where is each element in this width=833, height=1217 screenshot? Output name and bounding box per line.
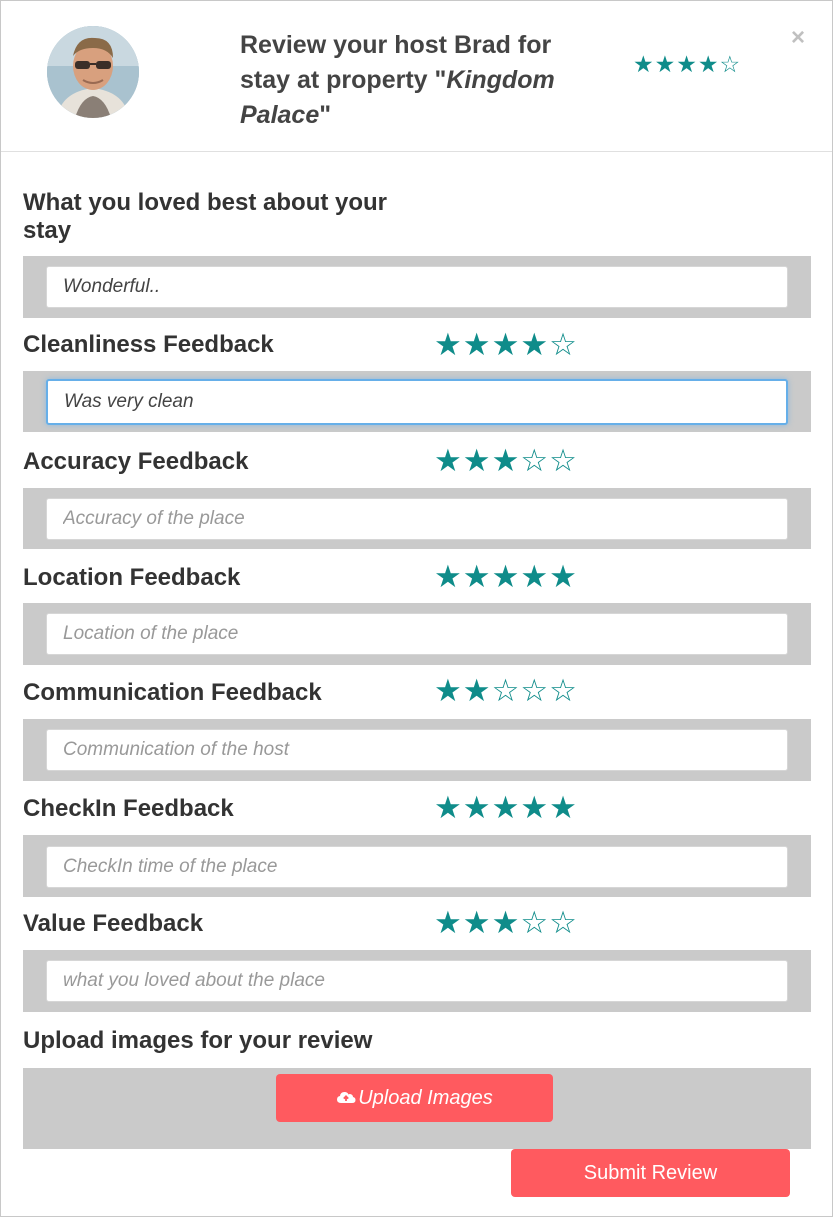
cleanliness-input[interactable] xyxy=(46,379,788,425)
cloud-upload-icon xyxy=(336,1087,356,1110)
location-rating-stars[interactable]: ★★★★★ xyxy=(434,560,578,594)
checkin-rating-stars[interactable]: ★★★★★ xyxy=(434,791,578,825)
upload-images-button[interactable]: Upload Images xyxy=(276,1074,553,1122)
upload-label: Upload images for your review xyxy=(23,1027,373,1054)
close-icon[interactable]: × xyxy=(791,26,805,50)
communication-input[interactable] xyxy=(46,729,788,771)
accuracy-rating-stars[interactable]: ★★★☆☆ xyxy=(434,444,578,478)
overall-rating-stars: ★★★★☆ xyxy=(633,51,742,77)
loved-best-input[interactable] xyxy=(46,266,788,308)
review-modal: Review your host Brad for stay at proper… xyxy=(0,0,833,1217)
upload-images-label: Upload Images xyxy=(358,1086,493,1109)
accuracy-label: Accuracy Feedback xyxy=(23,448,249,475)
host-avatar xyxy=(47,26,139,118)
communication-rating-stars[interactable]: ★★☆☆☆ xyxy=(434,674,578,708)
accuracy-input[interactable] xyxy=(46,498,788,540)
location-label: Location Feedback xyxy=(23,564,241,591)
checkin-label: CheckIn Feedback xyxy=(23,795,234,822)
host-name: Brad xyxy=(453,31,511,59)
value-rating-stars[interactable]: ★★★☆☆ xyxy=(434,906,578,940)
submit-review-button[interactable]: Submit Review xyxy=(511,1149,790,1197)
cleanliness-label: Cleanliness Feedback xyxy=(23,331,274,358)
checkin-input[interactable] xyxy=(46,846,788,888)
location-input[interactable] xyxy=(46,613,788,655)
loved-best-label: What you loved best about your stay xyxy=(23,189,388,244)
modal-header: Review your host Brad for stay at proper… xyxy=(1,1,832,152)
communication-label: Communication Feedback xyxy=(23,679,322,706)
modal-title: Review your host Brad for stay at proper… xyxy=(240,31,555,129)
value-input[interactable] xyxy=(46,960,788,1002)
value-label: Value Feedback xyxy=(23,910,204,937)
cleanliness-rating-stars[interactable]: ★★★★☆ xyxy=(434,328,578,362)
